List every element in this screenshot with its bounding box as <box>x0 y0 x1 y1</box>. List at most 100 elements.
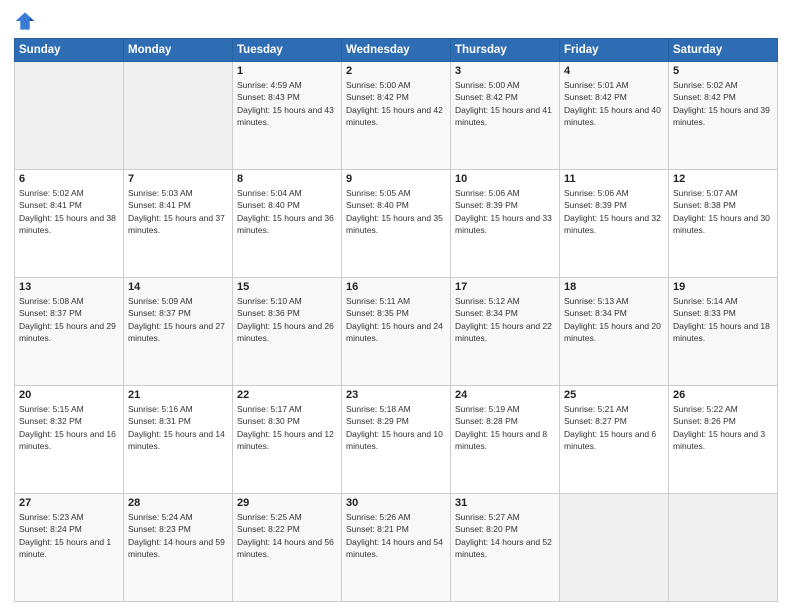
day-info: Sunrise: 5:22 AMSunset: 8:26 PMDaylight:… <box>673 403 773 452</box>
day-number: 23 <box>346 389 446 401</box>
day-number: 25 <box>564 389 664 401</box>
calendar-cell <box>669 494 778 602</box>
calendar-week-1: 1Sunrise: 4:59 AMSunset: 8:43 PMDaylight… <box>15 62 778 170</box>
weekday-header-monday: Monday <box>124 39 233 62</box>
calendar-cell: 27 Sunrise: 5:23 AMSunset: 8:24 PMDayligh… <box>15 494 124 602</box>
calendar-cell: 12 Sunrise: 5:07 AMSunset: 8:38 PMDayligh… <box>669 170 778 278</box>
day-number: 6 <box>19 173 119 185</box>
calendar-cell: 20 Sunrise: 5:15 AMSunset: 8:32 PMDayligh… <box>15 386 124 494</box>
calendar-cell: 11Sunrise: 5:06 AMSunset: 8:39 PMDayligh… <box>560 170 669 278</box>
calendar-cell <box>124 62 233 170</box>
day-number: 26 <box>673 389 773 401</box>
calendar-cell: 8Sunrise: 5:04 AMSunset: 8:40 PMDaylight… <box>233 170 342 278</box>
day-info: Sunrise: 5:15 AMSunset: 8:32 PMDaylight:… <box>19 403 119 452</box>
day-info: Sunrise: 5:05 AMSunset: 8:40 PMDaylight:… <box>346 187 446 236</box>
day-number: 29 <box>237 497 337 509</box>
day-info: Sunrise: 5:07 AMSunset: 8:38 PMDaylight:… <box>673 187 773 236</box>
day-info: Sunrise: 5:06 AMSunset: 8:39 PMDaylight:… <box>455 187 555 236</box>
calendar-cell: 14 Sunrise: 5:09 AMSunset: 8:37 PMDayligh… <box>124 278 233 386</box>
day-info: Sunrise: 5:21 AMSunset: 8:27 PMDaylight:… <box>564 403 664 452</box>
day-info: Sunrise: 5:26 AMSunset: 8:21 PMDaylight:… <box>346 511 446 560</box>
calendar-cell: 5Sunrise: 5:02 AMSunset: 8:42 PMDaylight… <box>669 62 778 170</box>
weekday-header-friday: Friday <box>560 39 669 62</box>
day-info: Sunrise: 5:00 AMSunset: 8:42 PMDaylight:… <box>346 79 446 128</box>
logo-icon <box>14 10 36 32</box>
calendar-cell: 21Sunrise: 5:16 AMSunset: 8:31 PMDayligh… <box>124 386 233 494</box>
day-number: 30 <box>346 497 446 509</box>
calendar-week-2: 6 Sunrise: 5:02 AMSunset: 8:41 PMDaylight… <box>15 170 778 278</box>
day-number: 3 <box>455 65 555 77</box>
calendar-cell: 24 Sunrise: 5:19 AMSunset: 8:28 PMDayligh… <box>451 386 560 494</box>
day-info: Sunrise: 5:11 AMSunset: 8:35 PMDaylight:… <box>346 295 446 344</box>
day-info: Sunrise: 5:03 AMSunset: 8:41 PMDaylight:… <box>128 187 228 236</box>
logo <box>14 10 40 32</box>
calendar-week-5: 27 Sunrise: 5:23 AMSunset: 8:24 PMDayligh… <box>15 494 778 602</box>
day-number: 14 <box>128 281 228 293</box>
day-info: Sunrise: 5:18 AMSunset: 8:29 PMDaylight:… <box>346 403 446 452</box>
day-info: Sunrise: 5:00 AMSunset: 8:42 PMDaylight:… <box>455 79 555 128</box>
day-number: 8 <box>237 173 337 185</box>
calendar-cell: 19Sunrise: 5:14 AMSunset: 8:33 PMDayligh… <box>669 278 778 386</box>
day-number: 13 <box>19 281 119 293</box>
weekday-header-sunday: Sunday <box>15 39 124 62</box>
calendar-cell: 3 Sunrise: 5:00 AMSunset: 8:42 PMDaylight… <box>451 62 560 170</box>
calendar-cell: 25 Sunrise: 5:21 AMSunset: 8:27 PMDayligh… <box>560 386 669 494</box>
day-number: 16 <box>346 281 446 293</box>
day-info: Sunrise: 5:19 AMSunset: 8:28 PMDaylight:… <box>455 403 555 452</box>
calendar-cell: 9 Sunrise: 5:05 AMSunset: 8:40 PMDaylight… <box>342 170 451 278</box>
calendar-cell: 28Sunrise: 5:24 AMSunset: 8:23 PMDayligh… <box>124 494 233 602</box>
calendar-cell: 26 Sunrise: 5:22 AMSunset: 8:26 PMDayligh… <box>669 386 778 494</box>
calendar-cell: 31 Sunrise: 5:27 AMSunset: 8:20 PMDayligh… <box>451 494 560 602</box>
weekday-header-wednesday: Wednesday <box>342 39 451 62</box>
day-info: Sunrise: 5:23 AMSunset: 8:24 PMDaylight:… <box>19 511 119 560</box>
calendar-cell: 16 Sunrise: 5:11 AMSunset: 8:35 PMDayligh… <box>342 278 451 386</box>
day-number: 9 <box>346 173 446 185</box>
day-info: Sunrise: 5:12 AMSunset: 8:34 PMDaylight:… <box>455 295 555 344</box>
calendar-cell: 4Sunrise: 5:01 AMSunset: 8:42 PMDaylight… <box>560 62 669 170</box>
day-info: Sunrise: 5:14 AMSunset: 8:33 PMDaylight:… <box>673 295 773 344</box>
calendar-cell: 18Sunrise: 5:13 AMSunset: 8:34 PMDayligh… <box>560 278 669 386</box>
page: SundayMondayTuesdayWednesdayThursdayFrid… <box>0 0 792 612</box>
calendar-cell: 13 Sunrise: 5:08 AMSunset: 8:37 PMDayligh… <box>15 278 124 386</box>
calendar-cell: 10 Sunrise: 5:06 AMSunset: 8:39 PMDayligh… <box>451 170 560 278</box>
calendar-week-4: 20 Sunrise: 5:15 AMSunset: 8:32 PMDayligh… <box>15 386 778 494</box>
calendar-cell: 6 Sunrise: 5:02 AMSunset: 8:41 PMDaylight… <box>15 170 124 278</box>
day-number: 4 <box>564 65 664 77</box>
day-info: Sunrise: 5:09 AMSunset: 8:37 PMDaylight:… <box>128 295 228 344</box>
day-info: Sunrise: 5:17 AMSunset: 8:30 PMDaylight:… <box>237 403 337 452</box>
day-number: 10 <box>455 173 555 185</box>
day-info: Sunrise: 5:02 AMSunset: 8:42 PMDaylight:… <box>673 79 773 128</box>
calendar-cell: 30 Sunrise: 5:26 AMSunset: 8:21 PMDayligh… <box>342 494 451 602</box>
calendar-cell: 2 Sunrise: 5:00 AMSunset: 8:42 PMDaylight… <box>342 62 451 170</box>
day-info: Sunrise: 5:27 AMSunset: 8:20 PMDaylight:… <box>455 511 555 560</box>
calendar-cell: 7 Sunrise: 5:03 AMSunset: 8:41 PMDaylight… <box>124 170 233 278</box>
day-info: Sunrise: 5:10 AMSunset: 8:36 PMDaylight:… <box>237 295 337 344</box>
day-number: 7 <box>128 173 228 185</box>
day-info: Sunrise: 5:24 AMSunset: 8:23 PMDaylight:… <box>128 511 228 560</box>
day-info: Sunrise: 5:25 AMSunset: 8:22 PMDaylight:… <box>237 511 337 560</box>
day-number: 22 <box>237 389 337 401</box>
header <box>14 10 778 32</box>
day-number: 1 <box>237 65 337 77</box>
day-number: 31 <box>455 497 555 509</box>
day-number: 24 <box>455 389 555 401</box>
calendar-week-3: 13 Sunrise: 5:08 AMSunset: 8:37 PMDayligh… <box>15 278 778 386</box>
weekday-header-thursday: Thursday <box>451 39 560 62</box>
calendar-cell: 29 Sunrise: 5:25 AMSunset: 8:22 PMDayligh… <box>233 494 342 602</box>
day-number: 15 <box>237 281 337 293</box>
calendar-cell: 23 Sunrise: 5:18 AMSunset: 8:29 PMDayligh… <box>342 386 451 494</box>
day-number: 18 <box>564 281 664 293</box>
weekday-header-tuesday: Tuesday <box>233 39 342 62</box>
calendar-cell: 22 Sunrise: 5:17 AMSunset: 8:30 PMDayligh… <box>233 386 342 494</box>
calendar-cell <box>560 494 669 602</box>
day-info: Sunrise: 5:02 AMSunset: 8:41 PMDaylight:… <box>19 187 119 236</box>
calendar-table: SundayMondayTuesdayWednesdayThursdayFrid… <box>14 38 778 602</box>
day-info: Sunrise: 5:16 AMSunset: 8:31 PMDaylight:… <box>128 403 228 452</box>
day-number: 12 <box>673 173 773 185</box>
day-number: 2 <box>346 65 446 77</box>
day-info: Sunrise: 5:08 AMSunset: 8:37 PMDaylight:… <box>19 295 119 344</box>
day-info: Sunrise: 5:06 AMSunset: 8:39 PMDaylight:… <box>564 187 664 236</box>
day-number: 27 <box>19 497 119 509</box>
day-number: 20 <box>19 389 119 401</box>
day-number: 17 <box>455 281 555 293</box>
